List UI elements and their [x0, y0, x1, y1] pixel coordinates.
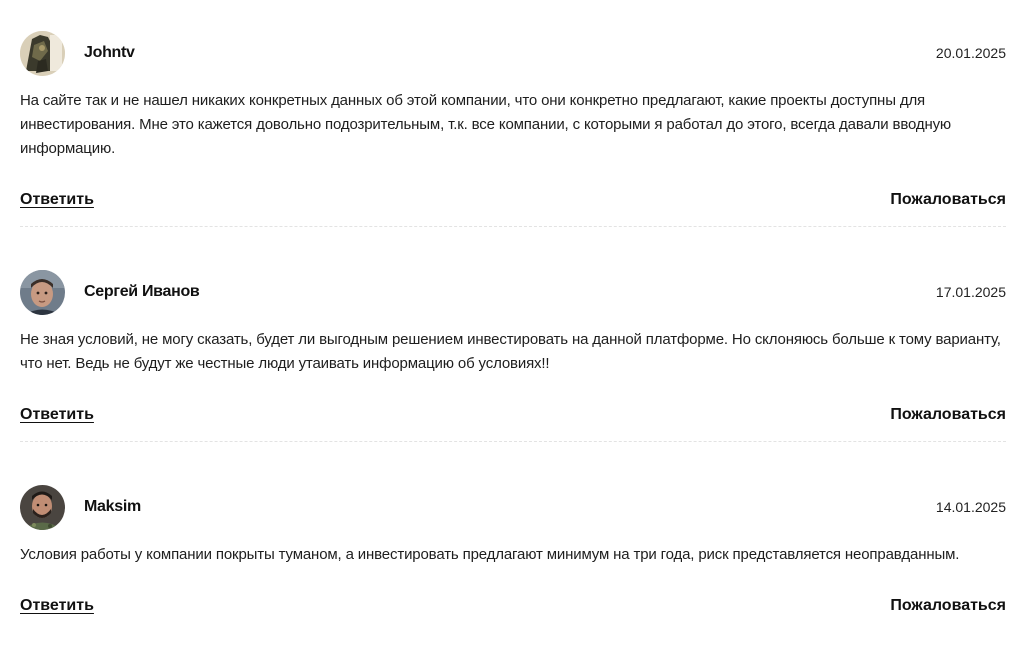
review-date: 20.01.2025 [935, 45, 1006, 61]
reply-button[interactable]: Ответить [20, 191, 94, 209]
reply-button[interactable]: Ответить [20, 406, 94, 424]
review-actions: Ответить Пожаловаться [20, 406, 1006, 442]
user-photo-icon[interactable] [20, 30, 65, 76]
user-photo-icon[interactable] [20, 484, 65, 530]
review-item: Johntv 20.01.2025 На сайте так и не наше… [20, 30, 1006, 227]
complain-button[interactable]: Пожаловаться [890, 406, 1006, 424]
review-actions: Ответить Пожаловаться [20, 597, 1006, 632]
user-photo-icon[interactable] [20, 269, 65, 315]
reply-button[interactable]: Ответить [20, 597, 94, 615]
review-item: Maksim 14.01.2025 Условия работы у компа… [20, 484, 1006, 632]
review-header: Maksim 14.01.2025 [20, 484, 1006, 530]
review-item: Сергей Иванов 17.01.2025 Не зная условий… [20, 269, 1006, 442]
reviews-list: Johntv 20.01.2025 На сайте так и не наше… [20, 30, 1006, 632]
review-header: Сергей Иванов 17.01.2025 [20, 269, 1006, 315]
review-author: Сергей Иванов [84, 283, 200, 300]
review-text: Условия работы у компании покрыты тумано… [20, 546, 960, 563]
review-author: Johntv [84, 44, 135, 61]
review-date: 17.01.2025 [935, 284, 1006, 300]
complain-button[interactable]: Пожаловаться [890, 191, 1006, 209]
complain-button[interactable]: Пожаловаться [890, 597, 1006, 615]
review-date: 14.01.2025 [935, 499, 1006, 515]
review-text: На сайте так и не нашел никаких конкретн… [20, 92, 952, 157]
review-text: Не зная условий, не могу сказать, будет … [20, 331, 1001, 372]
review-author: Maksim [84, 498, 141, 515]
review-header: Johntv 20.01.2025 [20, 30, 1006, 76]
review-actions: Ответить Пожаловаться [20, 191, 1006, 227]
